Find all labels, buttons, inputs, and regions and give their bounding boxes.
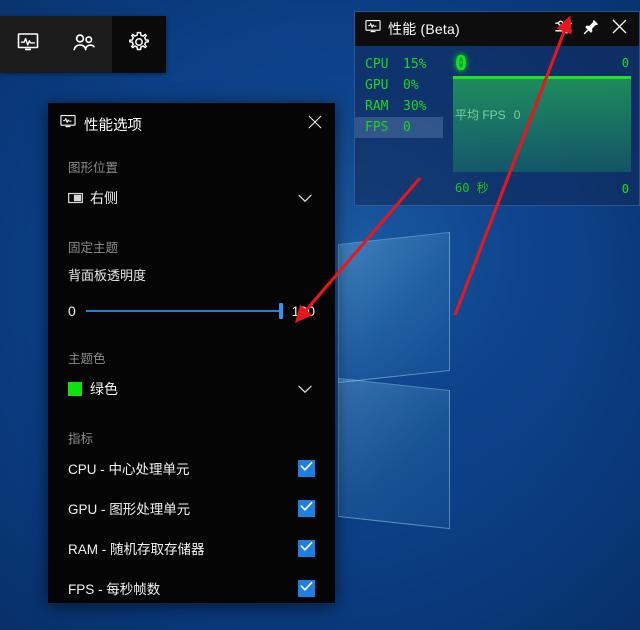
theme-color-label: 主题色 (68, 352, 106, 366)
performance-icon (16, 30, 40, 59)
toolbar-button-social[interactable] (56, 16, 112, 73)
social-icon (71, 30, 97, 59)
performance-options-button[interactable] (549, 15, 577, 43)
metric-value-ram: 30% (403, 99, 427, 114)
dialog-title-group: 性能选项 (60, 114, 299, 135)
graph-position-label: 图形位置 (68, 161, 119, 175)
slider-track (85, 310, 282, 312)
chevron-down-icon (295, 194, 315, 203)
performance-options-dialog: 性能选项 图形位置 右侧 固定主题 背面板透明度 0 100 主题色 绿色 指标… (48, 103, 335, 603)
performance-metric-list: CPU 15% GPU 0% RAM 30% FPS 0 (355, 54, 443, 138)
graph-position-dropdown[interactable]: 右侧 (68, 185, 315, 211)
backdrop-opacity-label: 背面板透明度 (68, 268, 147, 283)
metric-row-gpu: GPU 0% (355, 75, 443, 96)
metric-name-gpu: GPU (365, 78, 389, 93)
pinned-theme-group: 固定主题 背面板透明度 0 100 (68, 237, 315, 322)
graph-position-value: 右侧 (90, 190, 118, 206)
metric-row-cpu: CPU 15% (355, 54, 443, 75)
graph-average-value: 0 (513, 108, 521, 122)
metric-row-ram: RAM 30% (355, 96, 443, 117)
metric-row-fps[interactable]: FPS 0 (355, 117, 443, 138)
dialog-header: 性能选项 (48, 107, 335, 141)
check-icon (300, 459, 313, 477)
close-panel-button[interactable] (605, 15, 633, 43)
graph-max-label: 0 (455, 51, 468, 75)
toolbar-button-performance[interactable] (0, 16, 56, 73)
metric-name-ram: RAM (365, 99, 389, 114)
graph-average-text: 平均 FPS (455, 108, 506, 122)
gamebar-toolbar (0, 16, 166, 73)
dialog-close-button[interactable] (299, 109, 331, 139)
green-swatch (68, 382, 82, 396)
check-icon (300, 579, 313, 597)
slider-max-label: 100 (291, 303, 315, 319)
check-icon (300, 499, 313, 517)
graph-position-group: 图形位置 右侧 (68, 157, 315, 211)
performance-panel-body: CPU 15% GPU 0% RAM 30% FPS 0 0 0 平均 FPS 0 (355, 46, 639, 206)
close-icon (307, 114, 323, 135)
metric-option-label-ram: RAM - 随机存取存储器 (68, 542, 205, 557)
performance-panel-title-group: 性能 (Beta) (365, 19, 549, 39)
fps-graph: 0 0 平均 FPS 0 60 秒 0 (453, 51, 631, 196)
check-icon (300, 539, 313, 557)
checkbox-cpu[interactable] (298, 459, 315, 477)
metrics-group: 指标 CPU - 中心处理单元 GPU - 图形处理单元 RAM - 随机存取存… (68, 428, 315, 600)
graph-plot-area (453, 76, 631, 172)
monitor-icon (365, 19, 381, 39)
settings-icon (127, 30, 151, 59)
metric-value-cpu: 15% (403, 57, 427, 72)
performance-panel-title: 性能 (Beta) (388, 21, 460, 37)
dialog-title: 性能选项 (84, 117, 142, 134)
checkbox-gpu[interactable] (298, 499, 315, 517)
metric-option-label-cpu: CPU - 中心处理单元 (68, 462, 190, 477)
graph-max-right-label: 0 (621, 56, 629, 70)
theme-color-value: 绿色 (90, 381, 118, 397)
monitor-icon (60, 114, 76, 134)
toolbar-button-settings[interactable] (112, 16, 166, 73)
settings-sliders-icon (554, 19, 573, 40)
close-icon (611, 18, 628, 40)
checkbox-ram[interactable] (298, 539, 315, 557)
metric-value-gpu: 0% (403, 78, 419, 93)
dialog-body: 图形位置 右侧 固定主题 背面板透明度 0 100 主题色 绿色 指标 CPU … (48, 141, 335, 600)
pinned-theme-label: 固定主题 (68, 241, 119, 255)
theme-color-group: 主题色 绿色 (68, 348, 315, 402)
metric-option-label-gpu: GPU - 图形处理单元 (68, 502, 191, 517)
pin-icon (583, 18, 600, 40)
backdrop-opacity-slider[interactable] (85, 300, 283, 322)
metric-name-cpu: CPU (365, 57, 389, 72)
align-right-icon (68, 192, 90, 204)
graph-min-right-label: 0 (621, 182, 629, 196)
graph-average-label: 平均 FPS 0 (455, 106, 520, 123)
color-swatch (68, 382, 90, 396)
metric-name-fps: FPS (365, 120, 389, 135)
slider-min-label: 0 (68, 303, 76, 319)
metric-option-ram[interactable]: RAM - 随机存取存储器 (68, 536, 315, 560)
slider-thumb[interactable] (278, 303, 283, 319)
graph-time-label: 60 秒 (455, 181, 489, 195)
metric-option-fps[interactable]: FPS - 每秒帧数 (68, 576, 315, 600)
performance-panel-header: 性能 (Beta) (355, 12, 639, 46)
performance-overlay-panel: 性能 (Beta) CPU 15% GPU 0% RAM 30% FPS 0 0… (354, 11, 640, 206)
metric-option-gpu[interactable]: GPU - 图形处理单元 (68, 496, 315, 520)
backdrop-opacity-slider-row: 0 100 (68, 300, 315, 322)
metric-option-label-fps: FPS - 每秒帧数 (68, 582, 161, 597)
chevron-down-icon (295, 385, 315, 394)
checkbox-fps[interactable] (298, 579, 315, 597)
theme-color-dropdown[interactable]: 绿色 (68, 376, 315, 402)
pin-panel-button[interactable] (577, 15, 605, 43)
metrics-label: 指标 (68, 432, 94, 446)
metric-option-cpu[interactable]: CPU - 中心处理单元 (68, 456, 315, 480)
metric-value-fps: 0 (403, 120, 411, 135)
